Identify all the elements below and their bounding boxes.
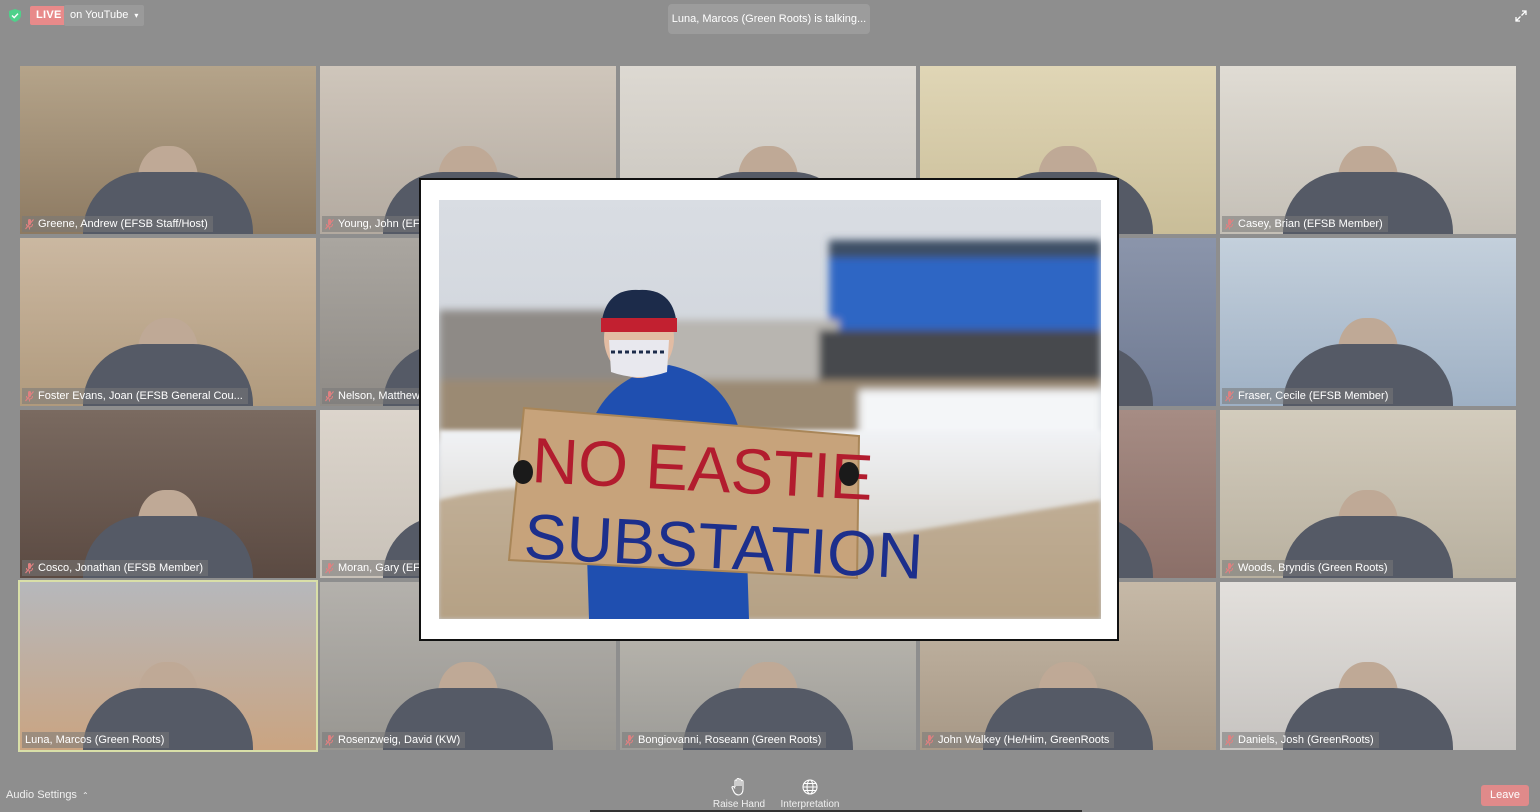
chevron-down-icon: ▾ <box>134 11 139 20</box>
participant-tile[interactable]: Greene, Andrew (EFSB Staff/Host) <box>20 66 316 234</box>
participant-name-tag: Daniels, Josh (GreenRoots) <box>1222 732 1379 748</box>
participant-name-tag: Moran, Gary (EF... <box>322 560 433 576</box>
muted-mic-icon <box>1225 734 1234 745</box>
participant-name: Moran, Gary (EF... <box>338 562 428 574</box>
muted-mic-icon <box>325 562 334 573</box>
participant-name: Luna, Marcos (Green Roots) <box>25 734 165 746</box>
live-badge: LIVE <box>30 6 68 25</box>
participant-name-tag: John Walkey (He/Him, GreenRoots <box>922 732 1115 748</box>
participant-name: Daniels, Josh (GreenRoots) <box>1238 734 1374 746</box>
participant-tile[interactable]: Cosco, Jonathan (EFSB Member) <box>20 410 316 578</box>
participant-name-tag: Fraser, Cecile (EFSB Member) <box>1222 388 1394 404</box>
security-shield-icon[interactable] <box>9 9 21 22</box>
audio-settings-label: Audio Settings <box>6 789 77 801</box>
shared-photo-frame: NO EASTIE SUBSTATION <box>419 178 1119 641</box>
interpretation-label: Interpretation <box>780 799 840 810</box>
muted-mic-icon <box>25 390 34 401</box>
participant-tile[interactable]: Daniels, Josh (GreenRoots) <box>1220 582 1516 750</box>
participant-name-tag: Cosco, Jonathan (EFSB Member) <box>22 560 209 576</box>
participant-name-tag: Luna, Marcos (Green Roots) <box>22 732 170 748</box>
globe-icon <box>802 779 818 795</box>
hand-icon <box>731 778 744 796</box>
raise-hand-label: Raise Hand <box>712 799 766 810</box>
participant-name-tag: Greene, Andrew (EFSB Staff/Host) <box>22 216 213 232</box>
muted-mic-icon <box>625 734 634 745</box>
muted-mic-icon <box>25 218 34 229</box>
participant-name: Bongiovanni, Roseann (Green Roots) <box>638 734 822 746</box>
raise-hand-button[interactable]: Raise Hand <box>712 778 766 810</box>
participant-name-tag: Foster Evans, Joan (EFSB General Cou... <box>22 388 248 404</box>
participant-name: Rosenzweig, David (KW) <box>338 734 461 746</box>
active-speaker-status: Luna, Marcos (Green Roots) is talking... <box>668 4 870 34</box>
participant-name: Casey, Brian (EFSB Member) <box>1238 218 1383 230</box>
participant-name: Woods, Bryndis (Green Roots) <box>1238 562 1388 574</box>
participant-name: Cosco, Jonathan (EFSB Member) <box>38 562 204 574</box>
participant-name-tag: Woods, Bryndis (Green Roots) <box>1222 560 1393 576</box>
participant-name-tag: Casey, Brian (EFSB Member) <box>1222 216 1388 232</box>
fullscreen-icon[interactable] <box>1515 10 1527 22</box>
participant-name: Foster Evans, Joan (EFSB General Cou... <box>38 390 243 402</box>
participant-tile[interactable]: Fraser, Cecile (EFSB Member) <box>1220 238 1516 406</box>
participant-name: Nelson, Matthew... <box>338 390 429 402</box>
muted-mic-icon <box>925 734 934 745</box>
participant-tile[interactable]: Foster Evans, Joan (EFSB General Cou... <box>20 238 316 406</box>
protest-photo: NO EASTIE SUBSTATION <box>439 200 1101 619</box>
muted-mic-icon <box>1225 390 1234 401</box>
participant-name: Fraser, Cecile (EFSB Member) <box>1238 390 1389 402</box>
participant-name-tag: Bongiovanni, Roseann (Green Roots) <box>622 732 827 748</box>
muted-mic-icon <box>325 734 334 745</box>
participant-name-tag: Nelson, Matthew... <box>322 388 434 404</box>
live-destination-label: on YouTube <box>70 9 129 21</box>
participant-name-tag: Rosenzweig, David (KW) <box>322 732 466 748</box>
participant-tile[interactable]: Woods, Bryndis (Green Roots) <box>1220 410 1516 578</box>
leave-button[interactable]: Leave <box>1481 785 1529 806</box>
interpretation-button[interactable]: Interpretation <box>778 778 842 810</box>
chevron-up-icon: ⌃ <box>81 790 89 800</box>
muted-mic-icon <box>1225 562 1234 573</box>
muted-mic-icon <box>25 562 34 573</box>
muted-mic-icon <box>1225 218 1234 229</box>
audio-settings-button[interactable]: Audio Settings ⌃ <box>6 789 89 801</box>
participant-name: Greene, Andrew (EFSB Staff/Host) <box>38 218 208 230</box>
participant-tile[interactable]: Casey, Brian (EFSB Member) <box>1220 66 1516 234</box>
muted-mic-icon <box>325 390 334 401</box>
participant-name: John Walkey (He/Him, GreenRoots <box>938 734 1110 746</box>
live-destination-dropdown[interactable]: on YouTube ▾ <box>64 5 145 26</box>
muted-mic-icon <box>325 218 334 229</box>
participant-tile[interactable]: Luna, Marcos (Green Roots) <box>18 580 318 752</box>
